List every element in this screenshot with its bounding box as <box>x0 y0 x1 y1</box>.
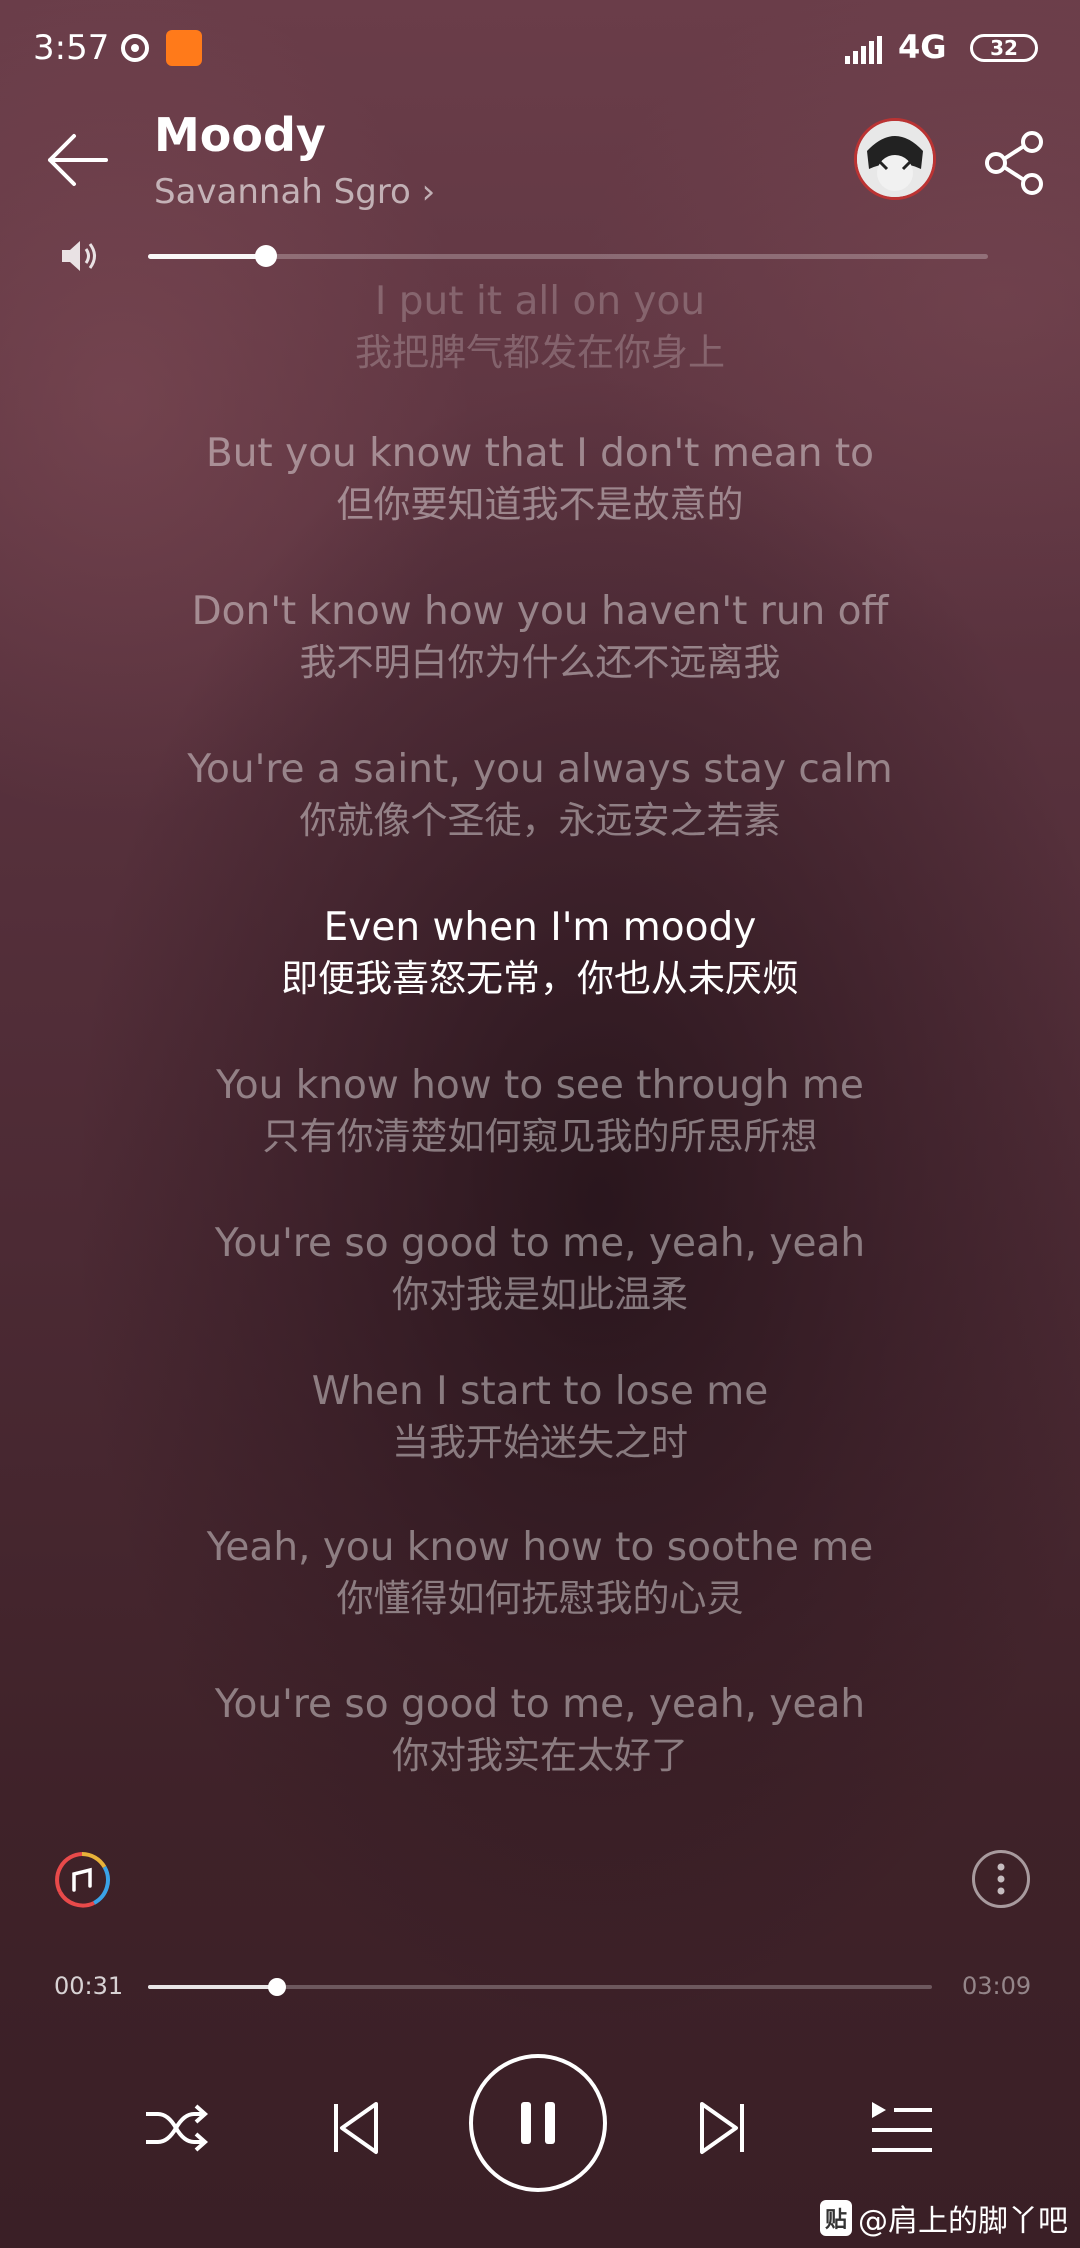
lyric-english: I put it all on you <box>374 279 706 324</box>
avatar-image <box>857 121 933 197</box>
more-options-button[interactable] <box>972 1850 1030 1908</box>
lyric-line[interactable]: Don't know how you haven't run off 我不明白你为… <box>0 586 1080 688</box>
lyric-line[interactable]: When I start to lose me 当我开始迷失之时 <box>0 1366 1080 1468</box>
lyric-english: You're so good to me, yeah, yeah <box>214 1221 866 1266</box>
lyric-line[interactable]: You're so good to me, yeah, yeah 你对我是如此温柔 <box>0 1218 1080 1320</box>
lyric-chinese: 你对我实在太好了 <box>392 1734 688 1777</box>
lyric-line-active[interactable]: Even when I'm moody 即便我喜怒无常，你也从未厌烦 <box>0 902 1080 1004</box>
watermark-badge: 贴 <box>820 2200 853 2236</box>
lyric-english: But you know that I don't mean to <box>205 431 875 476</box>
lyric-english: Don't know how you haven't run off <box>191 589 889 634</box>
current-time: 00:31 <box>54 1972 124 2000</box>
lyric-line[interactable]: Yeah, you know how to soothe me 你懂得如何抚慰我的… <box>0 1522 1080 1624</box>
network-label: 4G <box>898 28 947 66</box>
playlist-button[interactable] <box>866 2092 938 2164</box>
netease-icon <box>121 34 149 62</box>
lyric-line[interactable]: I put it all on you 我把脾气都发在你身上 <box>0 276 1080 378</box>
artist-avatar[interactable] <box>854 118 936 200</box>
lyric-english: When I start to lose me <box>311 1369 769 1414</box>
volume-fill <box>148 254 266 259</box>
watermark: 贴 @肩上的脚丫吧 <box>820 2196 1068 2240</box>
speaker-icon[interactable] <box>58 234 102 278</box>
lyric-line[interactable]: You're so good to me, yeah, yeah 你对我实在太好了 <box>0 1679 1080 1781</box>
lyric-chinese: 当我开始迷失之时 <box>392 1421 688 1464</box>
watermark-text: @肩上的脚丫吧 <box>858 2204 1069 2239</box>
lyric-english: Yeah, you know how to soothe me <box>206 1525 874 1570</box>
lyric-chinese: 你对我是如此温柔 <box>392 1273 688 1316</box>
signal-icon <box>845 36 882 64</box>
music-mode-icon[interactable] <box>52 1850 112 1910</box>
share-button[interactable] <box>980 128 1050 198</box>
lyric-english: You're a saint, you always stay calm <box>187 747 893 792</box>
progress-thumb[interactable] <box>267 1978 286 1996</box>
status-time: 3:57 <box>33 28 110 68</box>
pause-icon <box>521 2102 555 2144</box>
more-vertical-icon <box>997 1863 1005 1895</box>
lyric-line[interactable]: You're a saint, you always stay calm 你就像个… <box>0 744 1080 846</box>
pause-button[interactable] <box>469 2054 607 2192</box>
shuffle-button[interactable] <box>140 2092 212 2164</box>
progress-fill <box>148 1985 277 1989</box>
artist-link[interactable]: Savannah Sgro › <box>154 172 435 212</box>
next-button[interactable] <box>688 2092 760 2164</box>
lyric-chinese: 你懂得如何抚慰我的心灵 <box>336 1577 744 1620</box>
lyric-chinese: 我不明白你为什么还不远离我 <box>299 641 781 684</box>
lyric-chinese: 你就像个圣徒，永远安之若素 <box>299 799 781 842</box>
lyric-english: Even when I'm moody <box>323 905 757 950</box>
lyric-chinese: 我把脾气都发在你身上 <box>355 331 725 374</box>
lyric-line[interactable]: But you know that I don't mean to 但你要知道我不… <box>0 428 1080 530</box>
volume-slider-thumb[interactable] <box>254 245 277 267</box>
lyric-chinese: 即便我喜怒无常，你也从未厌烦 <box>281 957 799 1000</box>
back-button[interactable] <box>40 122 116 198</box>
lyric-chinese: 但你要知道我不是故意的 <box>336 483 744 526</box>
lyric-chinese: 只有你清楚如何窥见我的所思所想 <box>262 1115 818 1158</box>
battery-indicator: 32 <box>970 34 1038 62</box>
song-title: Moody <box>154 108 326 162</box>
previous-button[interactable] <box>318 2092 390 2164</box>
lyric-english: You know how to see through me <box>216 1063 864 1108</box>
lyric-line[interactable]: You know how to see through me 只有你清楚如何窥见我… <box>0 1060 1080 1162</box>
app-notification-icon <box>166 30 202 66</box>
lyric-english: You're so good to me, yeah, yeah <box>214 1682 866 1727</box>
total-time: 03:09 <box>962 1972 1032 2000</box>
